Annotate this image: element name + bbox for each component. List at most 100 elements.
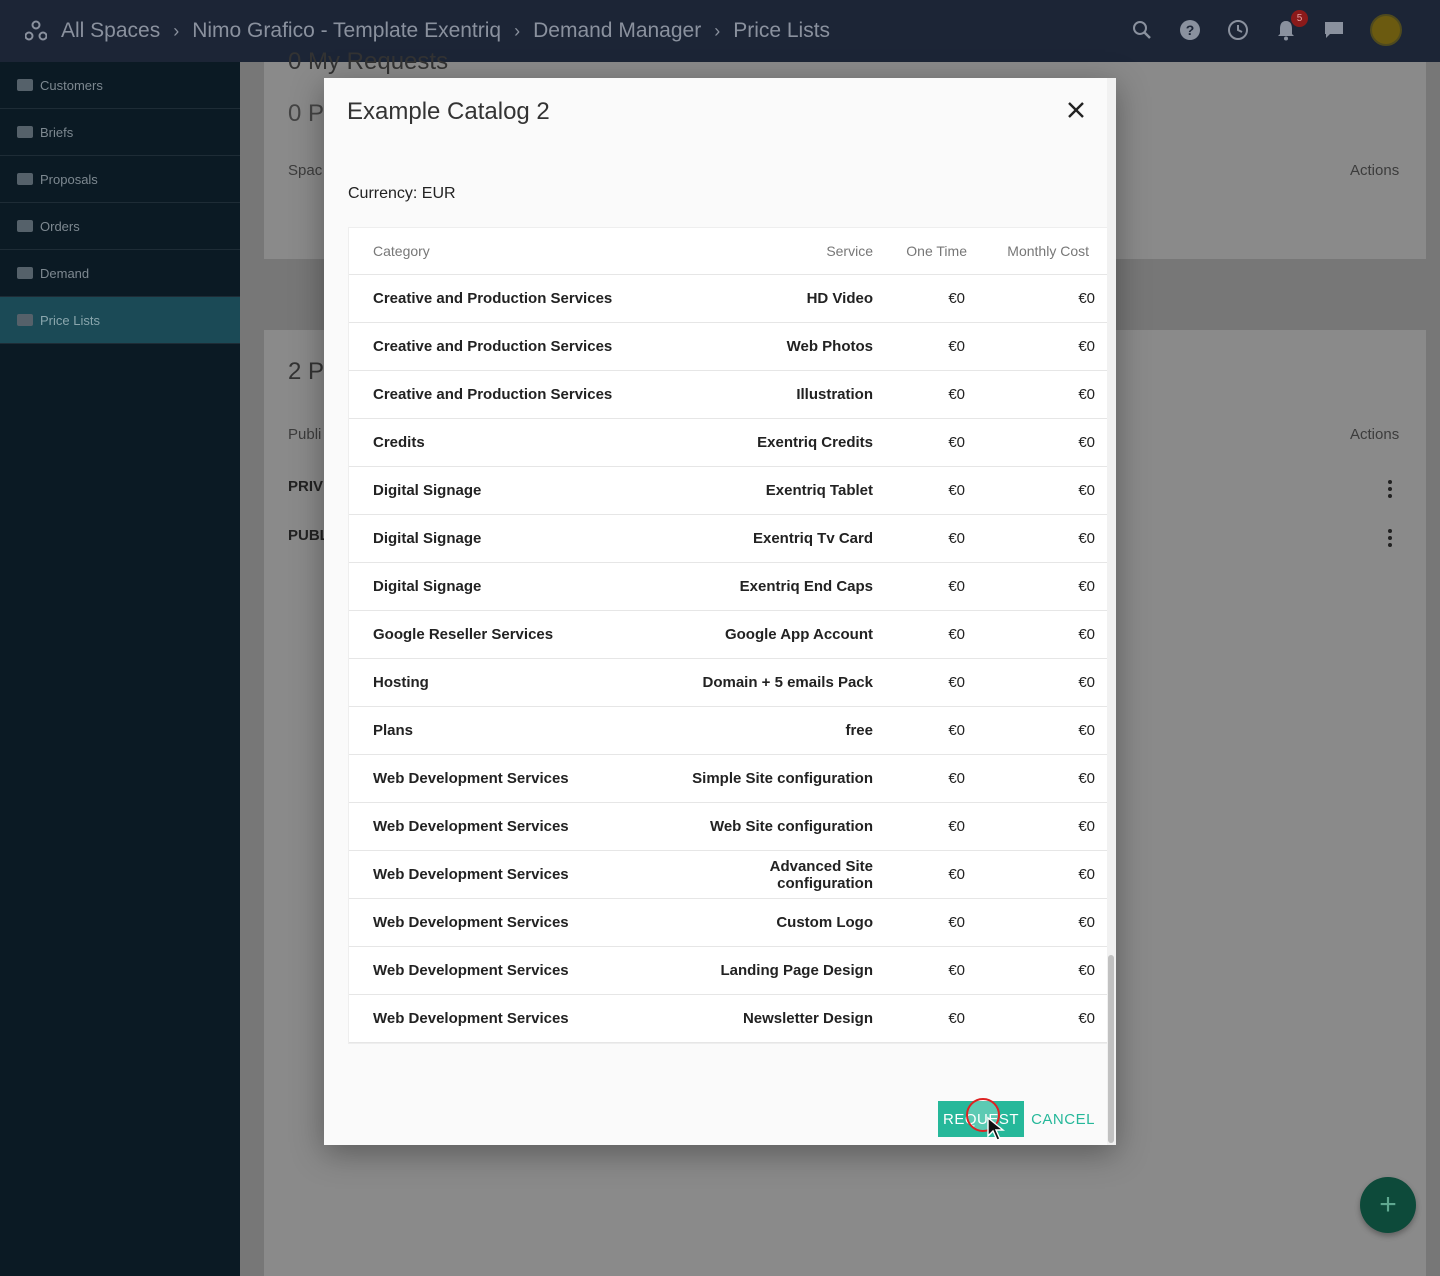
row-service: Web Photos <box>786 338 873 355</box>
sidebar-item-demand[interactable]: Demand <box>0 250 240 297</box>
notification-count-badge: 5 <box>1291 10 1308 27</box>
row-service: Advanced Site configuration <box>769 857 873 892</box>
row-category: Credits <box>373 434 425 451</box>
row-category: Plans <box>373 722 414 739</box>
chat-icon[interactable] <box>1322 18 1346 42</box>
row-category: Creative and Production Services <box>373 338 613 355</box>
row-monthly-cost: €0 <box>1078 482 1095 499</box>
my-requests-title: 0 My Requests <box>288 48 449 75</box>
row-one-time: €0 <box>948 674 965 691</box>
row-monthly-cost: €0 <box>1078 290 1095 307</box>
row-category: Web Development Services <box>373 914 569 931</box>
row-one-time: €0 <box>948 818 965 835</box>
notifications-icon[interactable]: 5 <box>1274 10 1308 42</box>
spaces-logo-icon[interactable] <box>24 20 48 42</box>
price-lists-title: 2 P <box>288 358 325 385</box>
column-header-actions: Actions <box>1350 162 1400 179</box>
sidebar-item-proposals[interactable]: Proposals <box>0 156 240 203</box>
row-category: Hosting <box>373 674 429 691</box>
row-service: HD Video <box>806 290 873 307</box>
cancel-button[interactable]: CANCEL <box>1031 1101 1094 1137</box>
price-list-row-public[interactable]: PUBL <box>288 527 329 544</box>
table-row: Digital Signage Exentriq Tv Card €0 €0 <box>349 515 1111 563</box>
row-category: Digital Signage <box>373 530 482 547</box>
row-monthly-cost: €0 <box>1078 1010 1095 1027</box>
row-monthly-cost: €0 <box>1078 434 1095 451</box>
sidebar-item-orders[interactable]: Orders <box>0 203 240 250</box>
price-list-row-private[interactable]: PRIV <box>288 478 323 495</box>
row-service: Newsletter Design <box>742 1010 873 1027</box>
row-service: Landing Page Design <box>720 962 873 979</box>
table-row: Web Development Services Web Site configu… <box>349 803 1111 851</box>
history-icon[interactable] <box>1226 18 1250 42</box>
breadcrumb-all-spaces[interactable]: All Spaces <box>61 19 160 43</box>
row-monthly-cost: €0 <box>1078 386 1095 403</box>
add-fab-button[interactable]: + <box>1360 1177 1416 1233</box>
sidebar-item-briefs[interactable]: Briefs <box>0 109 240 156</box>
row-monthly-cost: €0 <box>1078 338 1095 355</box>
avatar[interactable] <box>1370 14 1402 46</box>
sidebar-item-label: Proposals <box>40 171 98 187</box>
table-row: Web Development Services Landing Page Des… <box>349 947 1111 995</box>
table-row: Creative and Production Services Web Phot… <box>349 323 1111 371</box>
table-row: Web Development Services Advanced Site co… <box>349 851 1111 899</box>
row-monthly-cost: €0 <box>1078 962 1095 979</box>
row-category: Digital Signage <box>373 578 482 595</box>
row-one-time: €0 <box>948 1010 965 1027</box>
sidebar-item-customers[interactable]: Customers <box>0 62 240 109</box>
sidebar-item-price-lists[interactable]: Price Lists <box>0 297 240 344</box>
row-one-time: €0 <box>948 722 965 739</box>
table-row: Google Reseller Services Google App Accou… <box>349 611 1111 659</box>
row-monthly-cost: €0 <box>1078 770 1095 787</box>
row-category: Web Development Services <box>373 866 569 883</box>
breadcrumb-app[interactable]: Demand Manager <box>533 19 701 43</box>
breadcrumb-current[interactable]: Price Lists <box>733 19 830 43</box>
row-category: Creative and Production Services <box>373 290 613 307</box>
row-category: Web Development Services <box>373 1010 569 1027</box>
row-one-time: €0 <box>948 338 965 355</box>
row-service: Exentriq Tablet <box>765 482 873 499</box>
breadcrumb: All Spaces › Nimo Grafico - Template Exe… <box>61 19 830 43</box>
mouse-pointer-icon <box>987 1116 1005 1141</box>
more-vert-icon[interactable] <box>1388 480 1392 498</box>
table-row: Digital Signage Exentriq Tablet €0 €0 <box>349 467 1111 515</box>
row-service: Exentriq End Caps <box>739 578 873 595</box>
row-category: Web Development Services <box>373 770 569 787</box>
row-service: Exentriq Tv Card <box>752 530 873 547</box>
price-table: Category Service One Time Monthly Cost C… <box>348 227 1112 1044</box>
list-icon <box>17 173 33 185</box>
sidebar-item-label: Orders <box>40 218 80 234</box>
sidebar-item-label: Customers <box>40 77 103 93</box>
help-icon[interactable]: ? <box>1178 18 1202 42</box>
sidebar-item-label: Briefs <box>40 124 74 140</box>
row-service: Google App Account <box>724 626 873 643</box>
more-vert-icon[interactable] <box>1388 529 1392 547</box>
row-one-time: €0 <box>948 482 965 499</box>
sidebar-item-label: Price Lists <box>40 312 100 328</box>
top-bar: All Spaces › Nimo Grafico - Template Exe… <box>0 0 1440 62</box>
row-service: Web Site configuration <box>709 818 873 835</box>
currency-label: Currency: EUR <box>348 185 456 202</box>
modal-scrollbar-thumb[interactable] <box>1108 955 1114 1143</box>
money-icon <box>17 267 33 279</box>
requests-filter-input[interactable]: 0 P <box>288 100 324 128</box>
modal-title: Example Catalog 2 <box>347 98 550 125</box>
users-icon <box>17 79 33 91</box>
column-header-monthly-cost: Monthly Cost <box>1007 243 1089 259</box>
row-monthly-cost: €0 <box>1078 626 1095 643</box>
row-one-time: €0 <box>948 290 965 307</box>
credit-card-icon <box>17 220 33 232</box>
row-one-time: €0 <box>948 626 965 643</box>
search-icon[interactable] <box>1130 18 1154 42</box>
row-one-time: €0 <box>948 578 965 595</box>
row-category: Creative and Production Services <box>373 386 613 403</box>
table-row: Creative and Production Services Illustra… <box>349 371 1111 419</box>
row-category: Digital Signage <box>373 482 482 499</box>
svg-text:?: ? <box>1186 22 1195 38</box>
row-service: Illustration <box>796 386 873 403</box>
table-row: Digital Signage Exentriq End Caps €0 €0 <box>349 563 1111 611</box>
row-one-time: €0 <box>948 962 965 979</box>
close-icon[interactable] <box>1065 99 1087 121</box>
row-service: Exentriq Credits <box>757 434 873 451</box>
breadcrumb-space[interactable]: Nimo Grafico - Template Exentriq <box>192 19 501 43</box>
